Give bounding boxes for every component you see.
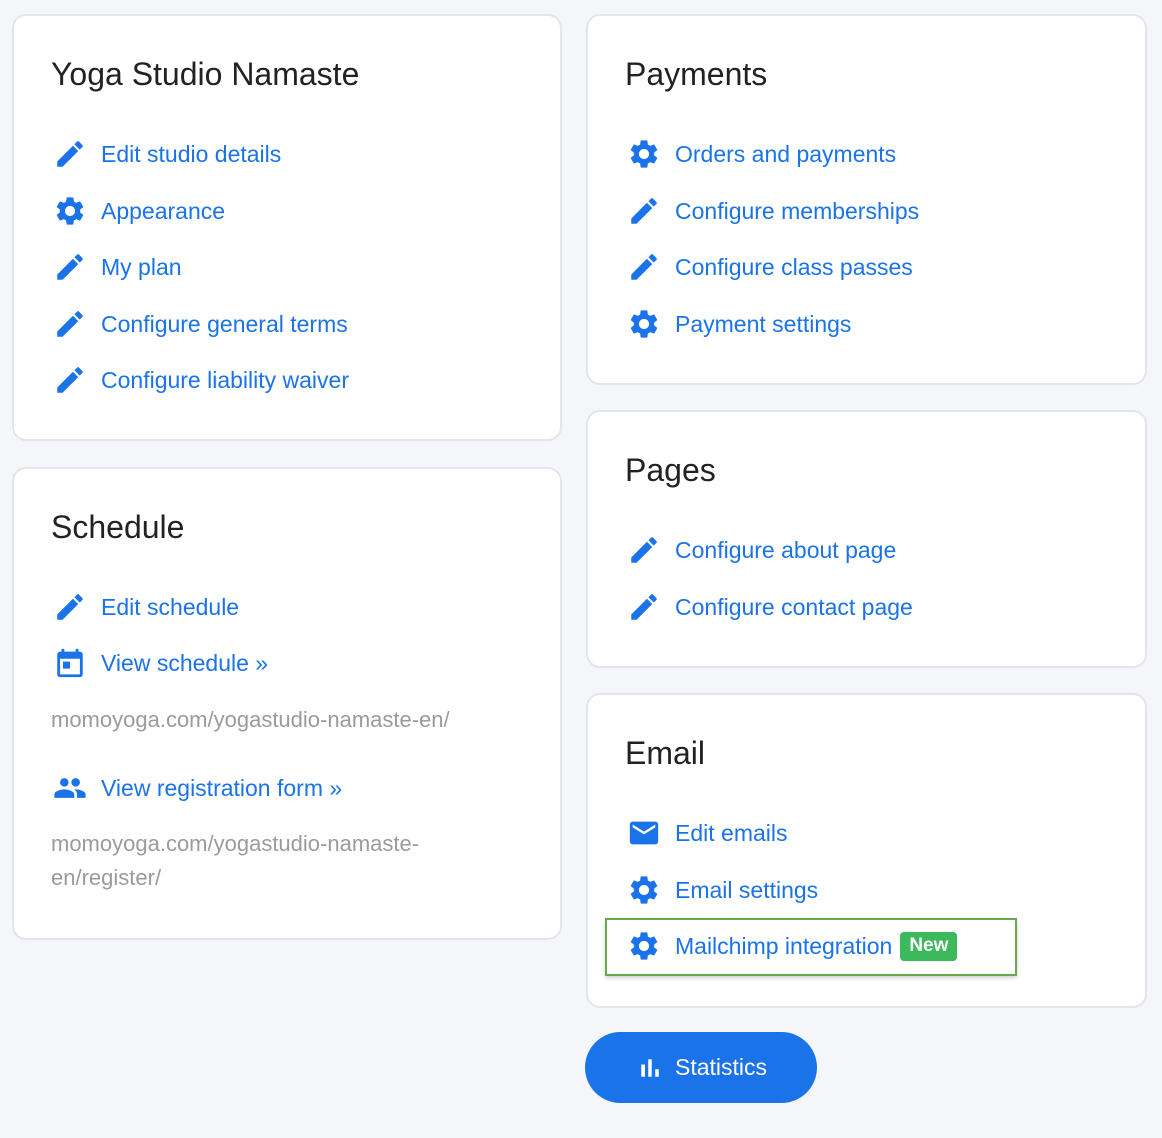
- mailchimp-integration-link[interactable]: Mailchimp integration New: [625, 926, 958, 966]
- configure-contact-page-link[interactable]: Configure contact page: [625, 587, 913, 627]
- link-label: Configure class passes: [675, 253, 913, 280]
- studio-card: Yoga Studio Namaste Edit studio details …: [12, 14, 562, 441]
- link-label: Appearance: [101, 197, 226, 224]
- link-label: Configure contact page: [675, 593, 913, 620]
- configure-liability-waiver-link[interactable]: Configure liability waiver: [51, 360, 349, 400]
- pencil-icon: [625, 192, 663, 230]
- my-plan-link[interactable]: My plan: [51, 247, 182, 287]
- payments-title: Payments: [625, 56, 768, 92]
- link-label: Configure memberships: [675, 197, 920, 224]
- gear-icon: [625, 927, 663, 965]
- registration-url: momoyoga.com/yogastudio-namaste- en/regi…: [51, 827, 419, 895]
- link-label: Payment settings: [675, 310, 852, 337]
- schedule-card: Schedule Edit schedule View schedule » m…: [12, 467, 562, 940]
- link-label: My plan: [101, 253, 182, 280]
- pencil-icon: [51, 361, 89, 399]
- registration-url-line2: en/register/: [51, 865, 162, 890]
- link-label: Configure general terms: [101, 310, 348, 337]
- pencil-icon: [625, 248, 663, 286]
- link-label: Email settings: [675, 876, 819, 903]
- configure-class-passes-link[interactable]: Configure class passes: [625, 247, 913, 287]
- schedule-title: Schedule: [51, 509, 185, 545]
- pencil-icon: [625, 531, 663, 569]
- link-label: Orders and payments: [675, 140, 897, 167]
- appearance-link[interactable]: Appearance: [51, 191, 225, 231]
- edit-emails-link[interactable]: Edit emails: [625, 813, 787, 853]
- pencil-icon: [51, 588, 89, 626]
- pencil-icon: [51, 248, 89, 286]
- gear-icon: [625, 305, 663, 343]
- pencil-icon: [51, 305, 89, 343]
- link-label: Configure liability waiver: [101, 366, 349, 393]
- envelope-icon: [625, 814, 663, 852]
- link-label: Mailchimp integration: [675, 932, 893, 959]
- email-title: Email: [625, 735, 706, 771]
- link-label: Edit emails: [675, 819, 788, 846]
- gear-icon: [625, 871, 663, 909]
- registration-url-line1: momoyoga.com/yogastudio-namaste-: [51, 831, 420, 856]
- configure-general-terms-link[interactable]: Configure general terms: [51, 304, 348, 344]
- new-badge: New: [900, 931, 958, 961]
- studio-title: Yoga Studio Namaste: [51, 56, 360, 92]
- statistics-label: Statistics: [674, 1054, 768, 1080]
- gear-icon: [625, 135, 663, 173]
- calendar-icon: [51, 644, 89, 682]
- link-label: View registration form »: [101, 774, 343, 801]
- link-label: View schedule »: [101, 649, 269, 676]
- configure-memberships-link[interactable]: Configure memberships: [625, 191, 919, 231]
- payment-settings-link[interactable]: Payment settings: [625, 304, 851, 344]
- view-registration-form-link[interactable]: View registration form »: [51, 768, 342, 808]
- view-schedule-link[interactable]: View schedule »: [51, 643, 268, 683]
- statistics-button[interactable]: Statistics: [585, 1032, 817, 1103]
- pages-card: Pages Configure about page Configure con…: [586, 410, 1147, 668]
- payments-card: Payments Orders and payments Configure m…: [586, 14, 1147, 385]
- link-label: Configure about page: [675, 536, 897, 563]
- bar-chart-icon: [641, 1058, 659, 1077]
- email-card: Email Edit emails Email settings Mailchi…: [586, 693, 1147, 1008]
- pencil-icon: [625, 588, 663, 626]
- link-label: Edit schedule: [101, 593, 240, 620]
- edit-studio-details-link[interactable]: Edit studio details: [51, 134, 281, 174]
- pencil-icon: [51, 135, 89, 173]
- people-icon: [51, 769, 89, 807]
- schedule-url: momoyoga.com/yogastudio-namaste-en/: [51, 707, 450, 732]
- pages-title: Pages: [625, 452, 716, 488]
- configure-about-page-link[interactable]: Configure about page: [625, 530, 896, 570]
- gear-icon: [51, 192, 89, 230]
- edit-schedule-link[interactable]: Edit schedule: [51, 587, 239, 627]
- link-label: Edit studio details: [101, 140, 282, 167]
- orders-and-payments-link[interactable]: Orders and payments: [625, 134, 896, 174]
- email-settings-link[interactable]: Email settings: [625, 870, 818, 910]
